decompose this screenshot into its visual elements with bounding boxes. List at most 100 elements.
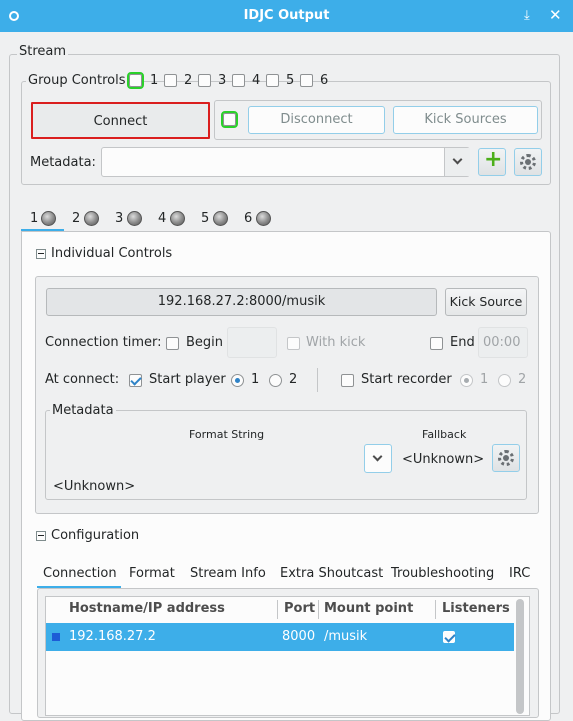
tab-extra-shoutcast[interactable]: Extra Shoutcast	[280, 566, 383, 581]
fallback-settings-button[interactable]	[492, 444, 520, 472]
group-label-3: 3	[218, 73, 227, 88]
column-mount-point[interactable]: Mount point	[324, 601, 413, 616]
connect-button[interactable]: Connect	[31, 102, 210, 139]
column-listeners[interactable]: Listeners	[442, 601, 510, 616]
tab-stream-5-label[interactable]: 5	[201, 211, 209, 226]
player-1-radio[interactable]	[231, 374, 244, 387]
tab-stream-info[interactable]: Stream Info	[190, 566, 266, 581]
format-string-dropdown[interactable]	[364, 444, 392, 473]
recorder-2-radio[interactable]	[498, 374, 511, 387]
table-header: Hostname/IP address Port Mount point Lis…	[46, 597, 514, 622]
stream-6-led-icon	[256, 211, 271, 226]
row-hostname: 192.168.27.2	[69, 629, 156, 644]
tab-stream-4-label[interactable]: 4	[158, 211, 166, 226]
begin-checkbox[interactable]	[166, 337, 179, 350]
tab-stream-1-label[interactable]: 1	[30, 211, 38, 226]
server-table: Hostname/IP address Port Mount point Lis…	[45, 596, 530, 716]
row-mount: /musik	[324, 629, 368, 644]
end-checkbox[interactable]	[430, 337, 443, 350]
tab-stream-3-label[interactable]: 3	[115, 211, 123, 226]
table-row[interactable]: 192.168.27.2 8000 /musik	[46, 623, 514, 651]
group-checkbox-5[interactable]	[300, 74, 313, 87]
start-recorder-checkbox[interactable]	[341, 374, 354, 387]
player-2-radio[interactable]	[269, 374, 282, 387]
group-controls-label: Group Controls	[26, 73, 128, 88]
individual-metadata-header: Metadata	[50, 403, 116, 418]
group-checkbox-4[interactable]	[266, 74, 279, 87]
player-1-label: 1	[251, 372, 260, 387]
collapse-individual-icon[interactable]	[36, 249, 46, 259]
metadata-label: Metadata:	[30, 155, 96, 170]
add-metadata-button[interactable]: +	[478, 147, 506, 176]
row-listeners-checkbox[interactable]	[443, 631, 455, 643]
start-recorder-label: Start recorder	[361, 372, 452, 387]
title-bar: IDJC Output ⤓ ✕	[0, 0, 573, 32]
format-string-label: Format String	[189, 428, 265, 441]
tab-troubleshooting[interactable]: Troubleshooting	[391, 566, 494, 581]
stream-5-led-icon	[213, 211, 228, 226]
stream-4-led-icon	[170, 211, 185, 226]
fallback-label: Fallback	[422, 428, 467, 441]
server-connect-button[interactable]: 192.168.27.2:8000/musik	[46, 288, 437, 316]
collapse-configuration-icon[interactable]	[36, 531, 46, 541]
row-status-icon	[52, 633, 60, 641]
column-divider	[435, 600, 436, 619]
column-divider	[318, 600, 319, 619]
separator	[317, 368, 318, 392]
group-label-5: 5	[286, 73, 295, 88]
stream-2-led-icon	[84, 211, 99, 226]
at-connect-label: At connect:	[45, 372, 120, 387]
metadata-settings-button[interactable]	[514, 148, 542, 176]
column-port[interactable]: Port	[284, 601, 315, 616]
disconnect-all-checkbox[interactable]	[221, 111, 238, 128]
begin-time-input[interactable]	[227, 327, 277, 358]
column-divider	[277, 600, 278, 619]
format-chevron-down-icon	[372, 451, 383, 462]
table-scrollbar[interactable]	[516, 599, 524, 714]
plus-icon: +	[484, 147, 503, 172]
fallback-gear-icon	[498, 450, 514, 466]
metadata-preview: <Unknown>	[53, 479, 136, 494]
kick-source-button[interactable]: Kick Source	[445, 288, 527, 316]
stream-section-label: Stream	[17, 44, 69, 59]
group-label-4: 4	[252, 73, 261, 88]
configuration-header: Configuration	[51, 528, 140, 543]
stream-1-led-icon	[41, 211, 56, 226]
start-player-checkbox[interactable]	[129, 374, 142, 387]
group-checkbox-3[interactable]	[232, 74, 245, 87]
minimize-icon[interactable]: ⤓	[524, 8, 530, 23]
with-kick-checkbox[interactable]	[287, 337, 300, 350]
stream-3-led-icon	[127, 211, 142, 226]
metadata-combo[interactable]	[101, 147, 470, 177]
kick-sources-button[interactable]: Kick Sources	[393, 106, 538, 134]
tab-stream-6-label[interactable]: 6	[244, 211, 252, 226]
tab-format[interactable]: Format	[129, 566, 175, 581]
group-all-checkbox[interactable]	[127, 72, 144, 89]
group-checkbox-2[interactable]	[198, 74, 211, 87]
recorder-1-label: 1	[480, 372, 489, 387]
tab-stream-2-label[interactable]: 2	[72, 211, 80, 226]
column-hostname[interactable]: Hostname/IP address	[69, 601, 225, 616]
gear-icon	[520, 154, 536, 170]
connection-timer-label: Connection timer:	[45, 335, 162, 350]
with-kick-label: With kick	[306, 335, 366, 350]
close-icon[interactable]: ✕	[549, 6, 562, 24]
disconnect-button[interactable]: Disconnect	[248, 106, 385, 134]
begin-label: Begin	[186, 335, 224, 350]
window-title: IDJC Output	[243, 8, 330, 23]
recorder-2-label: 2	[518, 372, 527, 387]
row-port: 8000	[282, 629, 316, 644]
start-player-label: Start player	[149, 372, 226, 387]
player-2-label: 2	[289, 372, 298, 387]
tab-connection[interactable]: Connection	[43, 566, 117, 581]
chevron-down-icon	[452, 154, 463, 165]
group-label-6: 6	[320, 73, 329, 88]
metadata-dropdown-button[interactable]	[444, 148, 470, 176]
recorder-1-radio[interactable]	[460, 374, 473, 387]
end-time-input[interactable]: 00:00	[478, 327, 528, 358]
individual-controls-header: Individual Controls	[51, 246, 173, 261]
group-label-2: 2	[184, 73, 193, 88]
tab-irc[interactable]: IRC	[509, 566, 530, 581]
end-time-value: 00:00	[483, 335, 521, 350]
group-checkbox-1[interactable]	[164, 74, 177, 87]
